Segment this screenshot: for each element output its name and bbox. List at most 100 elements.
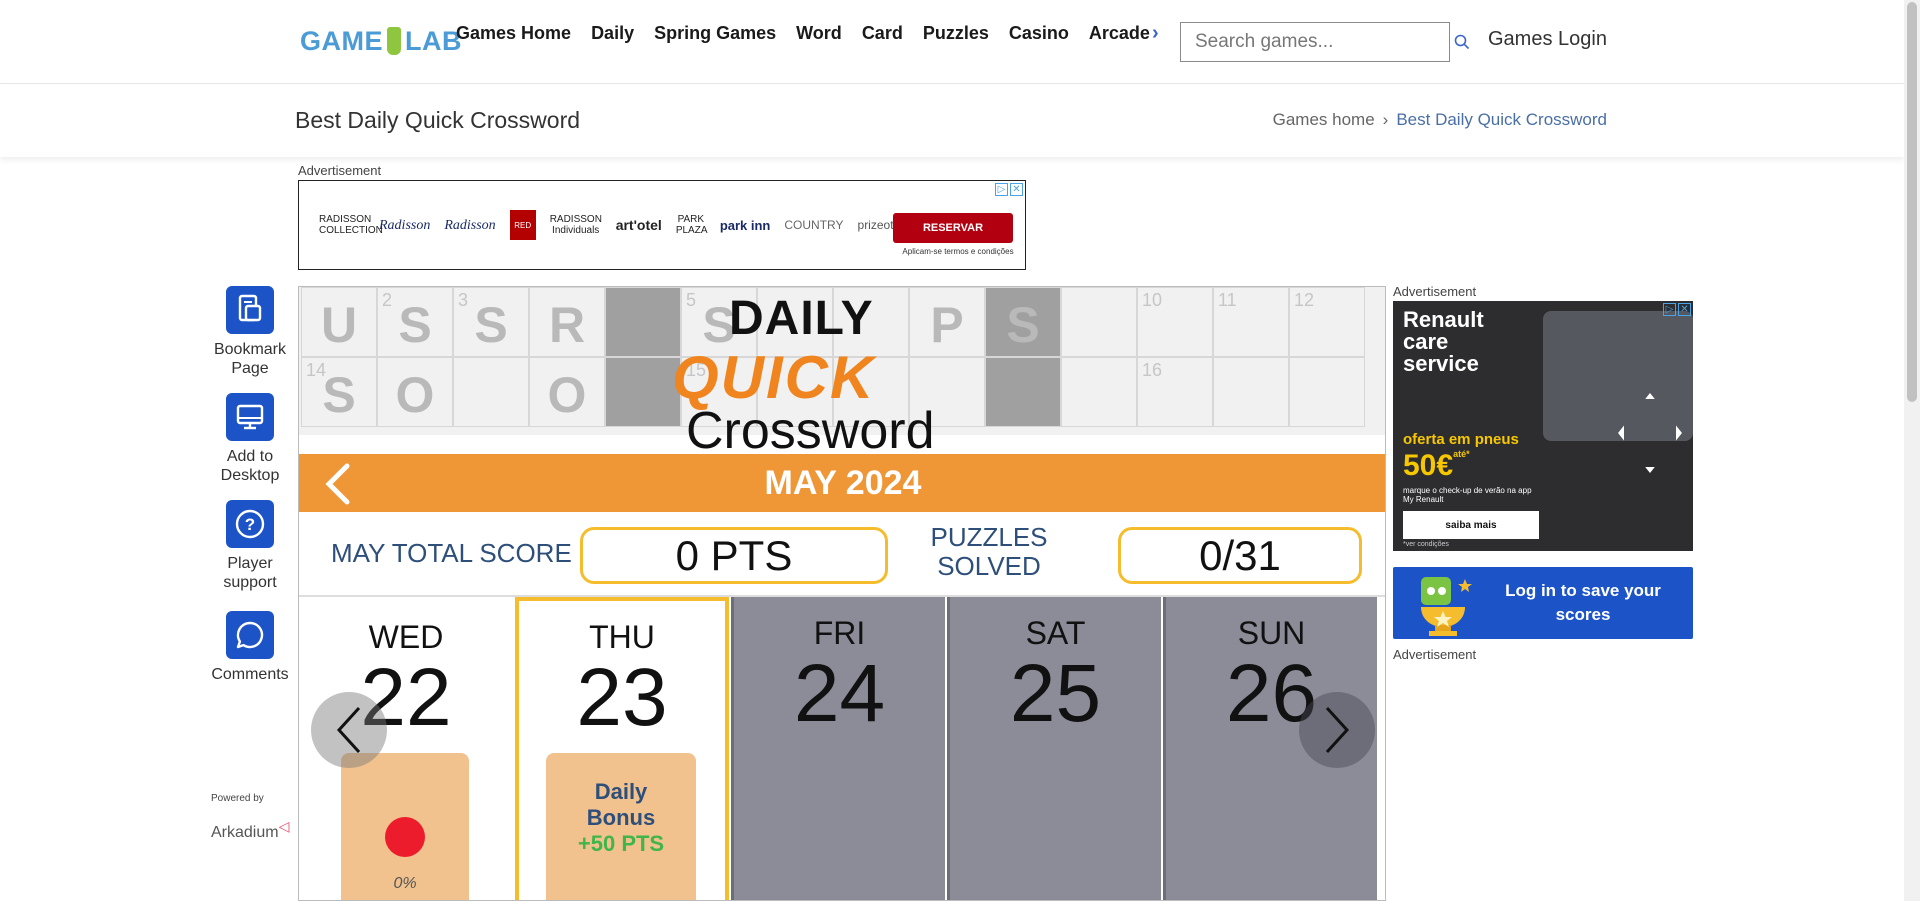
bookmark-page-icon — [226, 286, 274, 334]
nav-more-chevron-icon[interactable]: › — [1152, 22, 1159, 45]
sidebar-label: Player support — [223, 555, 277, 591]
grid-cell: 12 — [1289, 287, 1365, 357]
comments-button[interactable]: Comments — [210, 611, 290, 684]
scrollbar-thumb[interactable] — [1907, 2, 1917, 402]
powered-by-label: Powered by — [211, 793, 264, 804]
carousel-next-chevron-icon[interactable] — [1299, 692, 1375, 768]
sidebar-label: Add to Desktop — [220, 448, 280, 484]
daily-bonus-card[interactable]: Daily Bonus +50 PTS — [546, 753, 696, 900]
breadcrumb-separator-icon: › — [1382, 110, 1389, 129]
grid-cell-letter: S — [398, 297, 432, 353]
grid-cell: 3S — [453, 287, 529, 357]
grid-cell: R — [529, 287, 605, 357]
day-name: SUN — [1237, 615, 1306, 651]
breadcrumb-current[interactable]: Best Daily Quick Crossword — [1396, 110, 1607, 130]
ad-brand: Radisson — [444, 217, 496, 233]
grid-cell-number: 16 — [1142, 360, 1163, 380]
ad-small-text: marque o check-up de verão na app My Ren… — [1403, 486, 1532, 504]
day-number: 23 — [576, 652, 668, 743]
arkadium-text: Arkadium — [211, 824, 279, 841]
nav-arcade[interactable]: Arcade — [1079, 20, 1160, 46]
nav-card[interactable]: Card — [852, 20, 913, 46]
daily-bonus-label: Daily Bonus — [586, 779, 656, 830]
side-ad[interactable]: Renault care service oferta em pneus 50€… — [1393, 301, 1693, 551]
nav-puzzles[interactable]: Puzzles — [913, 20, 999, 46]
day-progress-card[interactable]: 0% — [341, 753, 469, 900]
bookmark-page-button[interactable]: Bookmark Page — [210, 286, 290, 378]
month-bar: MAY 2024 — [299, 454, 1385, 512]
ad-label: Advertisement — [298, 163, 382, 178]
grid-cell: 14 S — [301, 357, 377, 427]
ad-headline: Renault care service — [1403, 309, 1484, 375]
grid-cell-letter: S — [474, 297, 508, 353]
search-box — [1180, 22, 1470, 62]
day-number: 25 — [1009, 648, 1102, 739]
day-name: THU — [589, 619, 655, 655]
grid-cell: O — [377, 357, 453, 427]
ad-offer: oferta em pneus — [1403, 431, 1519, 448]
grid-cell — [985, 357, 1061, 427]
ad-brand: RADISSON COLLECTION — [319, 214, 383, 236]
search-input[interactable] — [1181, 23, 1454, 61]
close-icon[interactable]: ✕ — [1010, 183, 1023, 196]
svg-text:?: ? — [245, 515, 255, 534]
day-card-fri[interactable]: FRI 24 — [731, 597, 945, 900]
total-score-label: MAY TOTAL SCORE — [331, 538, 572, 568]
ad-headline-line: care — [1403, 329, 1449, 354]
breadcrumb-home[interactable]: Games home — [1273, 110, 1375, 130]
banner-ad[interactable]: RADISSON COLLECTION Radisson Radisson RE… — [298, 180, 1026, 270]
nav-games-home[interactable]: Games Home — [456, 20, 581, 46]
carousel-prev-chevron-icon[interactable] — [311, 692, 387, 768]
puzzles-solved-label: PUZZLES SOLVED — [930, 522, 1048, 581]
daily-bonus-points: +50 PTS — [577, 831, 665, 856]
trophy-icon — [1407, 573, 1479, 637]
grid-cell — [1289, 357, 1365, 427]
ad-amount-note: até* — [1453, 449, 1470, 459]
day-card-thu[interactable]: THU 23 Daily Bonus +50 PTS — [515, 597, 729, 900]
ad-choices[interactable]: ▷ ✕ — [995, 183, 1023, 196]
grid-cell — [1061, 287, 1137, 357]
ad-saiba-mais-button[interactable]: saiba mais — [1403, 511, 1539, 539]
page-scrollbar[interactable] — [1904, 0, 1920, 901]
search-icon[interactable] — [1454, 23, 1470, 61]
games-login-link[interactable]: Games Login — [1488, 28, 1607, 51]
grid-cell-number: 2 — [382, 290, 393, 310]
nav-casino[interactable]: Casino — [999, 20, 1079, 46]
close-icon[interactable]: ✕ — [1678, 303, 1691, 316]
month-prev-chevron-icon[interactable] — [319, 462, 359, 506]
adchoices-icon[interactable]: ▷ — [1663, 303, 1676, 316]
ad-brand: PARK PLAZA — [675, 214, 708, 236]
grid-cell — [1213, 357, 1289, 427]
total-score-value: 0 PTS — [580, 527, 888, 584]
comments-icon — [226, 611, 274, 659]
month-title: MAY 2024 — [764, 463, 922, 502]
arkadium-logo[interactable]: Arkadium◁ — [211, 818, 289, 842]
grid-cell-letter: R — [548, 297, 586, 353]
grid-cell-number: 12 — [1294, 290, 1315, 310]
login-box-text: Log in to save your scores — [1505, 581, 1661, 624]
flask-icon — [387, 27, 401, 55]
crossword-game[interactable]: U 2 S 3 S R 5 S P S 10 11 12 14 S O O 15 16 DAILY QUICK Cr… — [298, 286, 1386, 901]
progress-dot-icon — [385, 817, 425, 857]
ad-reservar-button[interactable]: RESERVAR — [893, 213, 1013, 243]
ad-brand: park inn — [719, 217, 771, 233]
grid-cell: 10 — [1137, 287, 1213, 357]
adchoices-icon[interactable]: ▷ — [995, 183, 1008, 196]
ad-amount: 50€até* — [1403, 449, 1470, 483]
day-card-sat[interactable]: SAT 25 — [947, 597, 1161, 900]
grid-cell — [1061, 357, 1137, 427]
logo-text-right: LAB — [405, 25, 462, 56]
ad-brand: art'otel — [615, 216, 662, 233]
grid-cell: O — [529, 357, 605, 427]
nav-spring-games[interactable]: Spring Games — [644, 20, 786, 46]
ad-headline-line: Renault — [1403, 307, 1484, 332]
nav-word[interactable]: Word — [786, 20, 852, 46]
add-to-desktop-button[interactable]: Add to Desktop — [210, 393, 290, 485]
ad-choices[interactable]: ▷ ✕ — [1663, 303, 1691, 316]
player-support-button[interactable]: ? Player support — [210, 500, 290, 592]
login-to-save-scores-button[interactable]: Log in to save your scores — [1393, 567, 1693, 639]
grid-cell: P — [909, 287, 985, 357]
nav-daily[interactable]: Daily — [581, 20, 644, 46]
grid-cell-number: 11 — [1218, 290, 1237, 310]
gamelab-logo[interactable]: GAME LAB — [300, 24, 462, 58]
